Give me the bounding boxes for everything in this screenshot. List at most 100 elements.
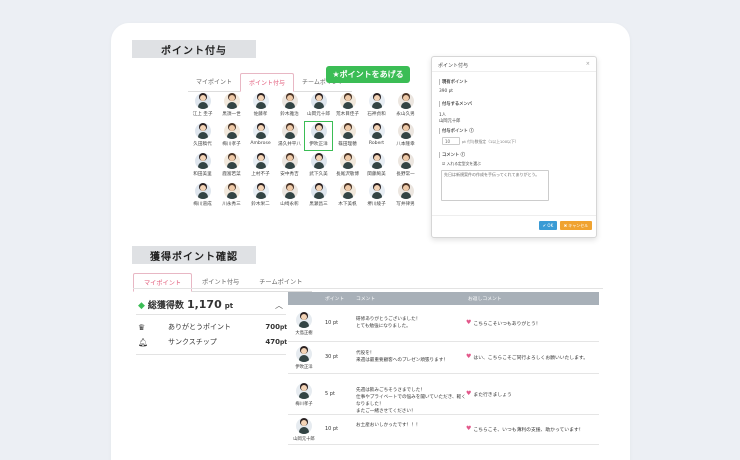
ok-button[interactable]: ✔ OK bbox=[539, 221, 557, 230]
table-row: 伊吹正洋 30 pt 代役を！ 来週は最重要顧客へのプレゼン頑張ります！ ♥ はい、こち… bbox=[288, 342, 599, 374]
comment-textarea[interactable]: 先日は新規案件の作成を手伝ってくれてありがとう。 bbox=[441, 170, 549, 201]
avatar bbox=[252, 153, 269, 169]
history-table-header: ポイント コメント お返しコメント bbox=[288, 292, 599, 305]
member-name: 堺川綾子 bbox=[367, 202, 386, 207]
have-points-value: 390 pt bbox=[439, 89, 453, 94]
member-name: 写井律男 bbox=[396, 202, 415, 207]
col-points: ポイント bbox=[325, 297, 345, 302]
member-cell[interactable]: 久田稿代 bbox=[188, 121, 217, 151]
member-cell[interactable]: 堺川綾子 bbox=[362, 181, 391, 211]
total-earned: ◆ 総獲得数 1,170 pt bbox=[138, 298, 233, 311]
avatar bbox=[194, 93, 211, 109]
member-cell[interactable]: 黒須一世 bbox=[217, 91, 246, 121]
member-cell[interactable]: 武下久美 bbox=[304, 151, 333, 181]
chevron-up-icon[interactable]: ︿ bbox=[275, 300, 283, 311]
close-icon[interactable]: × bbox=[586, 61, 590, 67]
member-cell[interactable]: 鈴木栄二 bbox=[246, 181, 275, 211]
member-name: 武下久美 bbox=[309, 172, 328, 177]
member-name: 鈴木栄二 bbox=[251, 202, 270, 207]
give-points-button[interactable]: ★ポイントをあげる bbox=[326, 66, 410, 83]
member-cell[interactable]: 木下美帆 bbox=[333, 181, 362, 211]
member-cell[interactable]: 佐藤孝 bbox=[246, 91, 275, 121]
member-name: Ambrose bbox=[250, 141, 271, 146]
avatar bbox=[368, 123, 385, 139]
points-hint: pt 付与数指定（1以上100以下） bbox=[462, 139, 519, 144]
member-cell[interactable]: 上村不子 bbox=[246, 151, 275, 181]
member-cell[interactable]: 写井律男 bbox=[391, 181, 420, 211]
row-reply: ♥ はい、こちらこそご同行よろしくお願いいたします。 bbox=[466, 354, 598, 362]
member-cell[interactable]: 長野常一 bbox=[391, 151, 420, 181]
member-cell[interactable]: 鹿富若菜 bbox=[217, 151, 246, 181]
sender: 山岡元十郎 bbox=[290, 418, 318, 442]
member-name: 上村不子 bbox=[251, 172, 270, 177]
comment-label: コメント ⓘ bbox=[439, 152, 465, 158]
member-cell[interactable]: 伊吹正洋 bbox=[304, 121, 333, 151]
member-cell[interactable]: 江上 圭子 bbox=[188, 91, 217, 121]
member-cell[interactable]: 山岡元十郎 bbox=[304, 91, 333, 121]
avatar bbox=[194, 123, 211, 139]
avatar bbox=[223, 123, 240, 139]
member-name: 永山久男 bbox=[396, 112, 415, 117]
avatar bbox=[194, 183, 211, 199]
member-name: 江上 圭子 bbox=[192, 112, 213, 117]
avatar bbox=[310, 93, 327, 109]
member-cell[interactable]: 篠田理穂 bbox=[333, 121, 362, 151]
member-cell[interactable]: 石神貞和 bbox=[362, 91, 391, 121]
cancel-button[interactable]: ✖ キャンセル bbox=[560, 221, 592, 230]
member-cell[interactable]: 梅川道成 bbox=[188, 181, 217, 211]
section-title-earned: 獲得ポイント確認 bbox=[132, 246, 256, 264]
sender-name: 大島正樹 bbox=[295, 330, 313, 336]
total-label: 総獲得数 bbox=[147, 301, 184, 311]
avatar bbox=[397, 153, 414, 169]
member-cell[interactable]: 川永秀三 bbox=[217, 181, 246, 211]
member-cell[interactable]: 黒瀬昌三 bbox=[304, 181, 333, 211]
member-name: 川永秀三 bbox=[222, 202, 241, 207]
member-cell[interactable]: 湯久井平八 bbox=[275, 121, 304, 151]
points-input[interactable]: 10 bbox=[442, 137, 460, 145]
avatar bbox=[281, 93, 298, 109]
tab-give-points-2[interactable]: ポイント付与 bbox=[192, 273, 250, 292]
tab-team-points-2[interactable]: チームポイント bbox=[249, 273, 313, 292]
member-cell[interactable]: 山崎永彰 bbox=[275, 181, 304, 211]
member-cell[interactable]: 安中秀吉 bbox=[275, 151, 304, 181]
member-name: 黒瀬昌三 bbox=[309, 202, 328, 207]
member-grid: 江上 圭子 黒須一世 佐藤孝 鈴木雅治 山岡元十郎 荒木目佳子 石神貞和 永山久男 久田稿代 梅川… bbox=[188, 91, 420, 211]
member-cell[interactable]: Robert bbox=[362, 121, 391, 151]
tab-give-points[interactable]: ポイント付与 bbox=[240, 73, 295, 92]
member-name: 石神貞和 bbox=[367, 112, 386, 117]
summary-value: 700 bbox=[265, 323, 280, 331]
table-row: 梅川孝子 5 pt 先週は飲みごちそうさまでした！ 仕事やプライベートでの悩みを聞い… bbox=[288, 374, 599, 415]
row-points: 30 pt bbox=[325, 354, 339, 360]
member-cell[interactable]: Ambrose bbox=[246, 121, 275, 151]
comment-template-check[interactable]: ☑ 入れる定型文を選ぶ bbox=[442, 161, 481, 167]
reply-text: はい、こちらこそご同行よろしくお願いいたします。 bbox=[473, 356, 589, 361]
avatar bbox=[281, 153, 298, 169]
avatar bbox=[397, 123, 414, 139]
member-name: 和田美里 bbox=[193, 172, 212, 177]
member-name: 荒木目佳子 bbox=[336, 112, 359, 117]
member-cell[interactable]: 長尾沢敬博 bbox=[333, 151, 362, 181]
tab-my-points[interactable]: マイポイント bbox=[188, 73, 241, 92]
member-name: 篠田理穂 bbox=[338, 142, 357, 147]
member-cell[interactable]: 八本隆幸 bbox=[391, 121, 420, 151]
avatar bbox=[223, 93, 240, 109]
give-points-dialog: ポイント付与 × 現有ポイント 390 pt 付与するメンバ 1人 山岡元十郎 … bbox=[431, 56, 597, 238]
member-cell[interactable]: 鈴木雅治 bbox=[275, 91, 304, 121]
member-name: 湯久井平八 bbox=[278, 142, 301, 147]
points-label: 付与ポイント ⓘ bbox=[439, 128, 474, 134]
reply-text: また行きましょう bbox=[473, 392, 512, 398]
member-name: 久田稿代 bbox=[193, 142, 212, 147]
avatar bbox=[252, 123, 269, 139]
member-cell[interactable]: 荒木目佳子 bbox=[333, 91, 362, 121]
row-reply: ♥ こちらこそいつもありがとう！ bbox=[466, 319, 598, 327]
section-title-give: ポイント付与 bbox=[132, 40, 256, 58]
member-cell[interactable]: 梅川孝子 bbox=[217, 121, 246, 151]
tab-my-points-2[interactable]: マイポイント bbox=[133, 273, 193, 292]
trophy-icon: ♛ bbox=[138, 322, 146, 332]
member-cell[interactable]: 関藤絢美 bbox=[362, 151, 391, 181]
member-cell[interactable]: 永山久男 bbox=[391, 91, 420, 121]
target-label: 付与するメンバ bbox=[439, 101, 472, 107]
member-name: 山岡元十郎 bbox=[307, 112, 330, 117]
member-cell[interactable]: 和田美里 bbox=[188, 151, 217, 181]
dialog-title: ポイント付与 bbox=[438, 63, 469, 69]
